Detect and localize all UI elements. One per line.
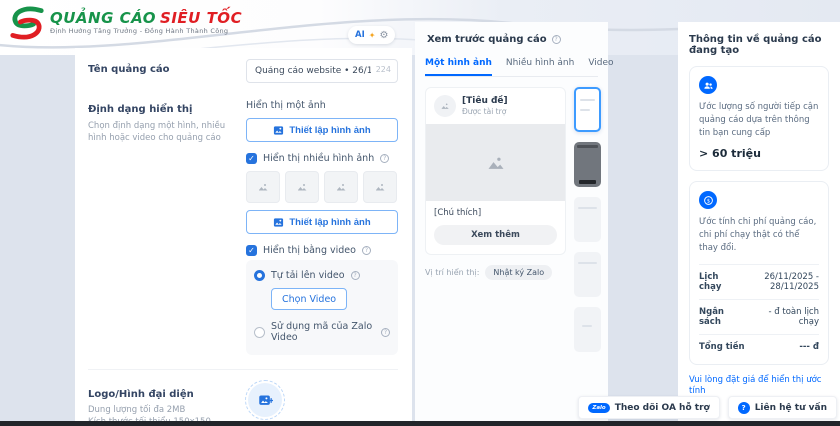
support-buttons: Zalo Theo dõi OA hỗ trợ ? Liên hệ tư vấn [578, 396, 837, 419]
video-label: Hiển thị bằng video [263, 245, 356, 256]
setup-image-button[interactable]: Thiết lập hình ảnh [246, 118, 398, 142]
zalo-video-code-radio[interactable] [254, 327, 265, 338]
ad-name-counter: 224 [376, 65, 391, 74]
ad-name-label: Tên quảng cáo [88, 63, 246, 76]
thumbnail-feed-selected[interactable] [574, 87, 601, 132]
upload-video-radio[interactable] [254, 270, 265, 281]
preview-card-title: [Tiêu đề] [462, 96, 508, 107]
preview-title: Xem trước quảng cáo [427, 34, 547, 45]
info-title: Thông tin về quảng cáo đang tạo [689, 34, 829, 56]
video-checkbox[interactable]: ✓ [246, 245, 257, 256]
position-value-pill: Nhật ký Zalo [485, 265, 552, 280]
zalo-video-code-label: Sử dụng mã của Zalo Video [271, 321, 375, 343]
image-icon [273, 217, 284, 228]
tab-single-image[interactable]: Một hình ảnh [425, 53, 492, 76]
multi-image-checkbox[interactable]: ✓ [246, 153, 257, 164]
thumbnail-video[interactable] [574, 142, 601, 187]
tab-multi-image[interactable]: Nhiều hình ảnh [506, 53, 574, 76]
ad-preview-card: [Tiêu đề] Được tài trợ [Chú thích] Xem t… [425, 87, 566, 255]
logo-desc1: Dung lượng tối đa 2MB [88, 405, 185, 415]
gear-icon[interactable]: ⚙ [379, 30, 388, 41]
sparkle-icon: ✦ [369, 31, 376, 40]
ad-form-panel: Tên quảng cáo 224 Định dạng hiển thị Chọ… [75, 48, 412, 421]
upload-video-label: Tự tải lên video [271, 270, 345, 281]
preview-cta-button[interactable]: Xem thêm [434, 225, 557, 245]
brand-tagline: Định Hướng Tăng Trưởng - Đồng Hành Thành… [50, 28, 242, 35]
budget-row: Ngân sách - đ toàn lịch chạy [699, 299, 819, 334]
logo-upload-button[interactable] [248, 383, 282, 417]
cost-desc: Ước tính chi phí quảng cáo, chi phí chạy… [699, 216, 819, 254]
preview-caption: [Chú thích] [426, 201, 565, 218]
sponsored-label: Được tài trợ [462, 107, 508, 116]
video-options-box: Tự tải lên video ? Chọn Video Sử dụng mã… [246, 260, 398, 355]
ai-assistant-button[interactable]: AI ✦ ⚙ [348, 26, 395, 44]
audience-icon [699, 76, 717, 94]
image-icon [273, 125, 284, 136]
reach-card: Ước lượng số người tiếp cận quảng cáo dự… [689, 66, 829, 171]
preview-tabs: Một hình ảnh Nhiều hình ảnh Video [425, 53, 598, 77]
page: QUẢNG CÁOSIÊU TỐC Định Hướng Tăng Trưởng… [0, 0, 840, 426]
tab-video[interactable]: Video [588, 53, 613, 76]
thumbnail-option[interactable] [574, 307, 601, 352]
help-icon[interactable]: ? [362, 246, 371, 255]
thumbnail-option[interactable] [574, 252, 601, 297]
image-add-icon [258, 393, 273, 408]
thumbnail-option[interactable] [574, 197, 601, 242]
image-slot[interactable] [324, 171, 358, 203]
format-label: Định dạng hiển thị [88, 103, 246, 116]
avatar [434, 95, 456, 117]
image-slot[interactable] [363, 171, 397, 203]
logo-label: Logo/Hình đại diện [88, 388, 246, 401]
image-slot[interactable] [246, 171, 280, 203]
schedule-row: Lịch chạy 26/11/2025 - 28/11/2025 [699, 264, 819, 299]
multi-image-label: Hiển thị nhiều hình ảnh [263, 153, 374, 164]
brand-logo: QUẢNG CÁOSIÊU TỐC Định Hướng Tăng Trưởng… [8, 4, 242, 42]
total-row: Tổng tiền --- đ [699, 334, 819, 354]
bottom-edge-bar [0, 421, 840, 426]
image-slot-list [246, 171, 398, 203]
single-image-label: Hiển thị một ảnh [246, 100, 398, 111]
reach-value: > 60 triệu [699, 147, 819, 160]
image-slot[interactable] [285, 171, 319, 203]
help-icon[interactable]: ? [381, 328, 390, 337]
ad-info-panel: Thông tin về quảng cáo đang tạo Ước lượn… [678, 22, 840, 421]
cost-icon: $ [699, 191, 717, 209]
preview-media-placeholder [426, 124, 565, 201]
zalo-icon: Zalo [588, 403, 609, 413]
format-desc: Chọn định dạng một hình, nhiều hình hoặc… [88, 120, 246, 145]
preview-thumbnail-rail [574, 87, 601, 352]
headset-icon: ? [738, 402, 750, 414]
brand-s-icon [8, 4, 46, 42]
cost-card: $ Ước tính chi phí quảng cáo, chi phí ch… [689, 181, 829, 364]
setup-multi-image-button[interactable]: Thiết lập hình ảnh [246, 210, 398, 234]
mountain-icon [486, 153, 506, 173]
ad-preview-panel: Xem trước quảng cáo ? Một hình ảnh Nhiều… [415, 22, 608, 421]
svg-text:$: $ [706, 198, 709, 204]
position-label: Vị trí hiển thị: [425, 268, 479, 277]
ai-label: AI [355, 30, 365, 40]
pricing-note-link[interactable]: Vui lòng đặt giá để hiển thị ước tính [689, 375, 829, 399]
follow-oa-button[interactable]: Zalo Theo dõi OA hỗ trợ [578, 396, 719, 419]
reach-desc: Ước lượng số người tiếp cận quảng cáo dự… [699, 101, 819, 139]
choose-video-button[interactable]: Chọn Video [271, 288, 347, 310]
help-icon[interactable]: ? [351, 271, 360, 280]
brand-name: QUẢNG CÁOSIÊU TỐC [50, 11, 242, 26]
help-icon[interactable]: ? [380, 154, 389, 163]
help-icon[interactable]: ? [552, 35, 561, 44]
contact-support-button[interactable]: ? Liên hệ tư vấn [728, 396, 837, 419]
image-icon [440, 101, 450, 111]
